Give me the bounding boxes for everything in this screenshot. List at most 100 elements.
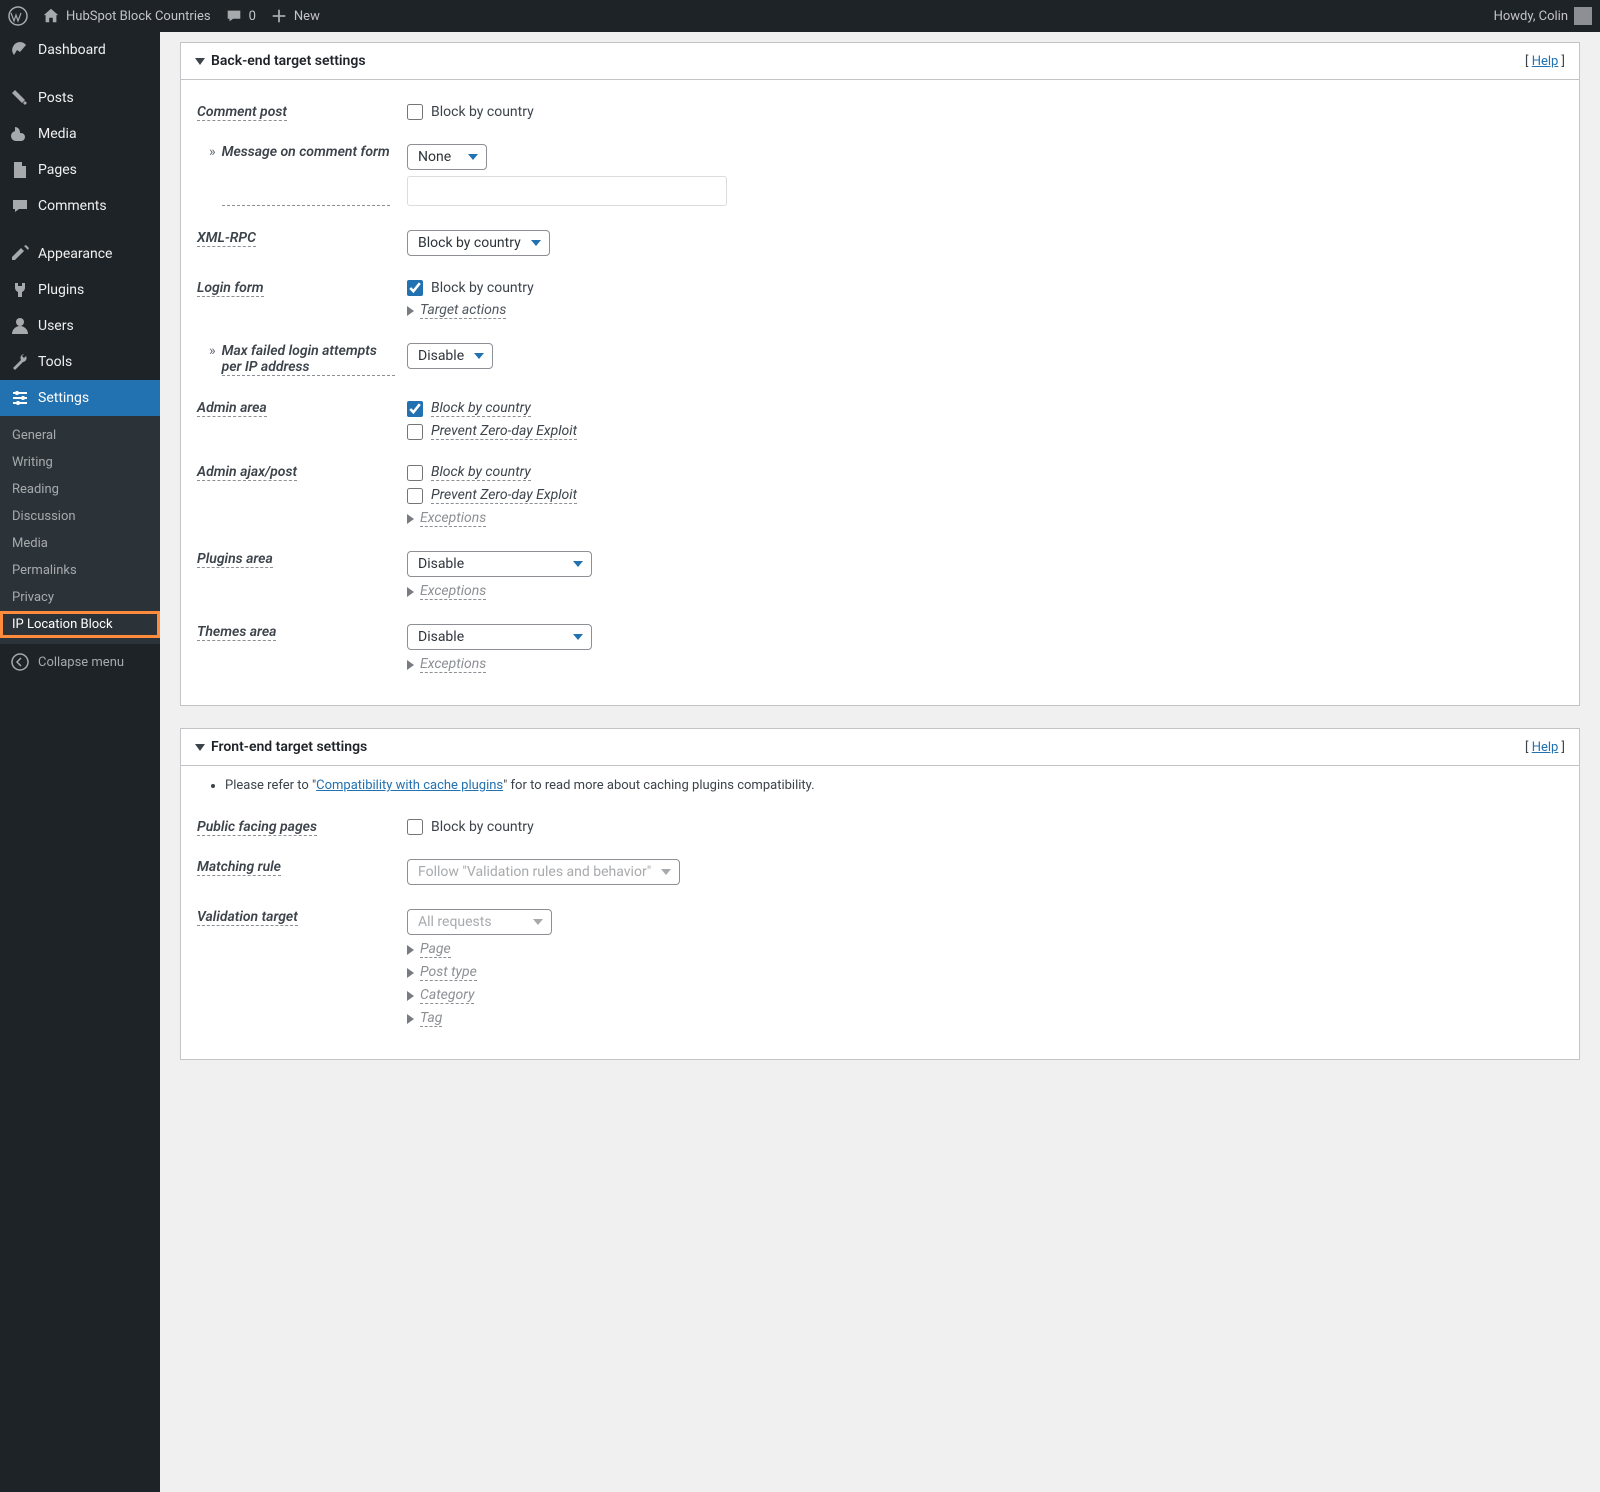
matching-rule-select: Follow "Validation rules and behavior" [407,859,680,885]
xmlrpc-select[interactable]: Block by country [407,230,550,256]
themes-area-select[interactable]: Disable [407,624,592,650]
submenu-privacy[interactable]: Privacy [0,584,160,611]
chevron-down-icon [474,353,484,359]
target-actions-label: Target actions [420,302,506,319]
submenu-writing[interactable]: Writing [0,449,160,476]
validation-target-label: Validation target [197,909,298,926]
menu-appearance[interactable]: Appearance [0,236,160,272]
public-facing-block-checkbox[interactable]: Block by country [407,819,1563,835]
admin-area-block-input[interactable] [407,401,423,417]
admin-ajax-exceptions-toggle[interactable]: Exceptions [407,510,1563,527]
validation-category-label: Category [420,987,474,1004]
menu-plugins[interactable]: Plugins [0,272,160,308]
help-link-frontend-a[interactable]: Help [1532,740,1559,755]
public-facing-block-input[interactable] [407,819,423,835]
message-comment-form-label: Message on comment form [222,144,390,206]
menu-posts-label: Posts [38,90,74,106]
plugins-area-value: Disable [418,556,464,572]
site-name[interactable]: HubSpot Block Countries [42,7,211,25]
max-failed-select[interactable]: Disable [407,343,493,369]
admin-area-zeroday-input[interactable] [407,424,423,440]
note-pre: Please refer to " [225,778,316,793]
submenu-general[interactable]: General [0,422,160,449]
admin-ajax-zeroday-input[interactable] [407,488,423,504]
new-content[interactable]: New [270,7,320,25]
admin-ajax-label: Admin ajax/post [197,464,297,481]
submenu-ip-location-block[interactable]: IP Location Block [0,611,160,638]
frontend-panel-title: Front-end target settings [211,739,367,755]
validation-post-type-toggle[interactable]: Post type [407,964,1563,981]
xmlrpc-value: Block by country [418,235,521,251]
chevron-down-icon [573,561,583,567]
validation-post-type-label: Post type [420,964,477,981]
backend-panel-head[interactable]: Back-end target settings [ Help ] [181,43,1579,80]
menu-tools-label: Tools [38,354,72,370]
frontend-target-panel: Front-end target settings [ Help ] Pleas… [180,728,1580,1060]
message-comment-form-select[interactable]: None [407,144,487,170]
target-actions-toggle[interactable]: Target actions [407,302,1563,319]
triangle-right-icon [407,306,414,316]
login-form-block-checkbox[interactable]: Block by country [407,280,1563,296]
themes-exceptions-toggle[interactable]: Exceptions [407,656,1563,673]
collapse-menu-label: Collapse menu [38,655,124,670]
compatibility-link[interactable]: Compatibility with cache plugins [316,778,503,793]
submenu-reading[interactable]: Reading [0,476,160,503]
public-facing-label: Public facing pages [197,819,317,836]
backend-panel-title: Back-end target settings [211,53,366,69]
plugins-exceptions-toggle[interactable]: Exceptions [407,583,1563,600]
validation-page-toggle[interactable]: Page [407,941,1563,958]
frontend-panel-head[interactable]: Front-end target settings [ Help ] [181,729,1579,766]
admin-area-zeroday-checkbox[interactable]: Prevent Zero-day Exploit [407,423,1563,440]
admin-ajax-block-label: Block by country [431,464,531,481]
admin-ajax-block-input[interactable] [407,465,423,481]
collapse-menu[interactable]: Collapse menu [0,644,160,680]
login-form-label: Login form [197,280,264,297]
menu-tools[interactable]: Tools [0,344,160,380]
admin-ajax-exceptions-label: Exceptions [420,510,486,527]
chevron-down-icon [195,744,205,751]
settings-submenu: General Writing Reading Discussion Media… [0,416,160,644]
chevron-down-icon [195,58,205,65]
menu-dashboard[interactable]: Dashboard [0,32,160,68]
help-link-backend-a[interactable]: Help [1532,54,1559,69]
my-account[interactable]: Howdy, Colin [1494,7,1592,25]
menu-settings-label: Settings [38,390,89,406]
validation-tag-toggle[interactable]: Tag [407,1010,1563,1027]
plugins-area-select[interactable]: Disable [407,551,592,577]
admin-ajax-block-checkbox[interactable]: Block by country [407,464,1563,481]
admin-area-zeroday-label: Prevent Zero-day Exploit [431,423,577,440]
menu-users[interactable]: Users [0,308,160,344]
submenu-discussion[interactable]: Discussion [0,503,160,530]
validation-category-toggle[interactable]: Category [407,987,1563,1004]
help-link-frontend: [ Help ] [1525,740,1565,755]
wp-logo[interactable] [8,6,28,26]
validation-page-label: Page [420,941,451,958]
comments-bubble[interactable]: 0 [225,7,256,25]
comment-post-block-label: Block by country [431,104,534,120]
submenu-permalinks[interactable]: Permalinks [0,557,160,584]
admin-menu: Dashboard Posts Media Pages Comments App… [0,32,160,1492]
menu-media[interactable]: Media [0,116,160,152]
menu-pages[interactable]: Pages [0,152,160,188]
submenu-media[interactable]: Media [0,530,160,557]
admin-bar: HubSpot Block Countries 0 New Howdy, Col… [0,0,1600,32]
admin-area-block-label: Block by country [431,400,531,417]
message-comment-form-textarea[interactable] [407,176,727,206]
triangle-right-icon [407,991,414,1001]
chevron-down-icon [468,154,478,160]
menu-appearance-label: Appearance [38,246,112,262]
xmlrpc-label: XML-RPC [197,230,256,247]
menu-pages-label: Pages [38,162,77,178]
menu-comments[interactable]: Comments [0,188,160,224]
triangle-right-icon [407,514,414,524]
menu-users-label: Users [38,318,74,334]
validation-tag-label: Tag [420,1010,442,1027]
new-label: New [294,9,320,24]
login-form-block-input[interactable] [407,280,423,296]
admin-area-block-checkbox[interactable]: Block by country [407,400,1563,417]
menu-settings[interactable]: Settings [0,380,160,416]
admin-ajax-zeroday-checkbox[interactable]: Prevent Zero-day Exploit [407,487,1563,504]
comment-post-block-checkbox[interactable]: Block by country [407,104,1563,120]
comment-post-block-input[interactable] [407,104,423,120]
menu-posts[interactable]: Posts [0,80,160,116]
